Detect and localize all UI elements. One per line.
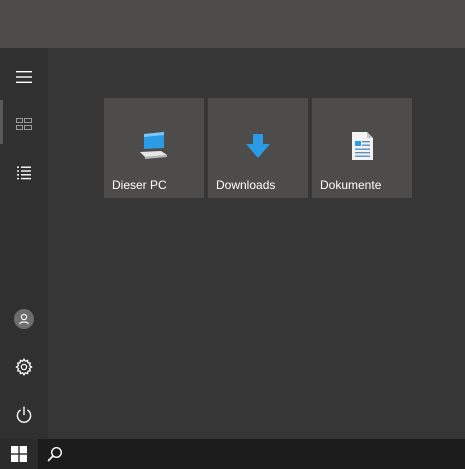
menu-button[interactable] — [0, 53, 48, 101]
start-menu-rail — [0, 48, 48, 439]
tile-downloads[interactable]: Downloads — [208, 98, 308, 198]
tiles-view-icon — [16, 118, 32, 130]
tiles-view-button[interactable] — [0, 100, 48, 148]
power-icon — [16, 406, 32, 423]
taskbar — [0, 439, 465, 469]
tile-dieser-pc[interactable]: Dieser PC — [104, 98, 204, 198]
tile-label: Dokumente — [320, 178, 382, 192]
search-button[interactable] — [38, 439, 72, 469]
tile-label: Dieser PC — [112, 178, 167, 192]
settings-button[interactable] — [0, 343, 48, 391]
computer-icon — [140, 132, 167, 159]
gear-icon — [15, 358, 33, 376]
tile-dokumente[interactable]: Dokumente — [312, 98, 412, 198]
power-button[interactable] — [0, 391, 48, 439]
tile-label: Downloads — [216, 178, 276, 192]
windows-logo-icon — [11, 446, 27, 462]
download-arrow-icon — [246, 134, 270, 158]
start-menu-panel: Dieser PC Downloads Dokumente — [0, 48, 465, 439]
user-button[interactable] — [0, 295, 48, 343]
user-icon — [14, 309, 34, 329]
app-list-button[interactable] — [0, 149, 48, 197]
app-list-icon — [17, 166, 31, 180]
search-icon — [47, 446, 63, 462]
start-button[interactable] — [0, 439, 38, 469]
menu-icon — [16, 71, 32, 83]
document-icon — [352, 132, 373, 160]
start-menu-top-strip — [0, 0, 465, 48]
